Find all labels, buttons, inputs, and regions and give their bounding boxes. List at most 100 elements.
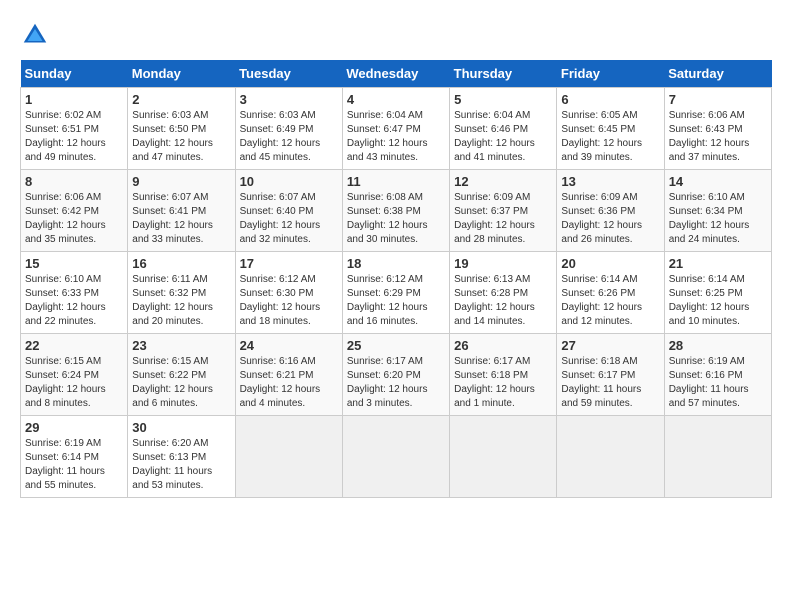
calendar-cell: 4 Sunrise: 6:04 AMSunset: 6:47 PMDayligh… <box>342 88 449 170</box>
calendar-cell: 13 Sunrise: 6:09 AMSunset: 6:36 PMDaylig… <box>557 170 664 252</box>
calendar-cell: 5 Sunrise: 6:04 AMSunset: 6:46 PMDayligh… <box>450 88 557 170</box>
day-number: 24 <box>240 338 338 353</box>
day-detail: Sunrise: 6:11 AMSunset: 6:32 PMDaylight:… <box>132 274 213 327</box>
day-number: 14 <box>669 174 767 189</box>
calendar-cell: 18 Sunrise: 6:12 AMSunset: 6:29 PMDaylig… <box>342 252 449 334</box>
day-number: 1 <box>25 92 123 107</box>
calendar-cell: 27 Sunrise: 6:18 AMSunset: 6:17 PMDaylig… <box>557 334 664 416</box>
header-day-tuesday: Tuesday <box>235 60 342 88</box>
day-detail: Sunrise: 6:03 AMSunset: 6:49 PMDaylight:… <box>240 110 321 163</box>
day-detail: Sunrise: 6:04 AMSunset: 6:46 PMDaylight:… <box>454 110 535 163</box>
calendar-cell: 11 Sunrise: 6:08 AMSunset: 6:38 PMDaylig… <box>342 170 449 252</box>
day-detail: Sunrise: 6:19 AMSunset: 6:14 PMDaylight:… <box>25 438 105 491</box>
day-number: 30 <box>132 420 230 435</box>
day-number: 9 <box>132 174 230 189</box>
day-detail: Sunrise: 6:19 AMSunset: 6:16 PMDaylight:… <box>669 356 749 409</box>
calendar-cell: 28 Sunrise: 6:19 AMSunset: 6:16 PMDaylig… <box>664 334 771 416</box>
day-number: 2 <box>132 92 230 107</box>
day-number: 4 <box>347 92 445 107</box>
header-day-thursday: Thursday <box>450 60 557 88</box>
header-day-sunday: Sunday <box>21 60 128 88</box>
header-day-friday: Friday <box>557 60 664 88</box>
day-detail: Sunrise: 6:09 AMSunset: 6:37 PMDaylight:… <box>454 192 535 245</box>
calendar-cell: 1 Sunrise: 6:02 AMSunset: 6:51 PMDayligh… <box>21 88 128 170</box>
day-detail: Sunrise: 6:06 AMSunset: 6:43 PMDaylight:… <box>669 110 750 163</box>
day-number: 25 <box>347 338 445 353</box>
calendar-week-3: 15 Sunrise: 6:10 AMSunset: 6:33 PMDaylig… <box>21 252 772 334</box>
calendar-cell: 26 Sunrise: 6:17 AMSunset: 6:18 PMDaylig… <box>450 334 557 416</box>
day-number: 12 <box>454 174 552 189</box>
calendar-cell: 14 Sunrise: 6:10 AMSunset: 6:34 PMDaylig… <box>664 170 771 252</box>
day-detail: Sunrise: 6:13 AMSunset: 6:28 PMDaylight:… <box>454 274 535 327</box>
day-number: 19 <box>454 256 552 271</box>
day-number: 27 <box>561 338 659 353</box>
calendar-cell: 3 Sunrise: 6:03 AMSunset: 6:49 PMDayligh… <box>235 88 342 170</box>
day-detail: Sunrise: 6:07 AMSunset: 6:40 PMDaylight:… <box>240 192 321 245</box>
day-detail: Sunrise: 6:14 AMSunset: 6:26 PMDaylight:… <box>561 274 642 327</box>
calendar-cell: 29 Sunrise: 6:19 AMSunset: 6:14 PMDaylig… <box>21 416 128 498</box>
day-detail: Sunrise: 6:04 AMSunset: 6:47 PMDaylight:… <box>347 110 428 163</box>
day-number: 21 <box>669 256 767 271</box>
calendar-cell <box>342 416 449 498</box>
header-day-wednesday: Wednesday <box>342 60 449 88</box>
calendar-cell: 25 Sunrise: 6:17 AMSunset: 6:20 PMDaylig… <box>342 334 449 416</box>
day-number: 22 <box>25 338 123 353</box>
day-number: 10 <box>240 174 338 189</box>
day-detail: Sunrise: 6:12 AMSunset: 6:29 PMDaylight:… <box>347 274 428 327</box>
day-detail: Sunrise: 6:05 AMSunset: 6:45 PMDaylight:… <box>561 110 642 163</box>
calendar-cell: 10 Sunrise: 6:07 AMSunset: 6:40 PMDaylig… <box>235 170 342 252</box>
calendar-cell: 30 Sunrise: 6:20 AMSunset: 6:13 PMDaylig… <box>128 416 235 498</box>
day-number: 15 <box>25 256 123 271</box>
day-detail: Sunrise: 6:08 AMSunset: 6:38 PMDaylight:… <box>347 192 428 245</box>
calendar-cell: 2 Sunrise: 6:03 AMSunset: 6:50 PMDayligh… <box>128 88 235 170</box>
day-number: 28 <box>669 338 767 353</box>
calendar-cell: 6 Sunrise: 6:05 AMSunset: 6:45 PMDayligh… <box>557 88 664 170</box>
day-number: 16 <box>132 256 230 271</box>
header-day-saturday: Saturday <box>664 60 771 88</box>
calendar-cell: 22 Sunrise: 6:15 AMSunset: 6:24 PMDaylig… <box>21 334 128 416</box>
calendar-cell: 20 Sunrise: 6:14 AMSunset: 6:26 PMDaylig… <box>557 252 664 334</box>
header-day-monday: Monday <box>128 60 235 88</box>
calendar-week-2: 8 Sunrise: 6:06 AMSunset: 6:42 PMDayligh… <box>21 170 772 252</box>
calendar-cell: 23 Sunrise: 6:15 AMSunset: 6:22 PMDaylig… <box>128 334 235 416</box>
day-detail: Sunrise: 6:07 AMSunset: 6:41 PMDaylight:… <box>132 192 213 245</box>
day-detail: Sunrise: 6:18 AMSunset: 6:17 PMDaylight:… <box>561 356 641 409</box>
day-detail: Sunrise: 6:10 AMSunset: 6:33 PMDaylight:… <box>25 274 106 327</box>
day-detail: Sunrise: 6:03 AMSunset: 6:50 PMDaylight:… <box>132 110 213 163</box>
day-number: 8 <box>25 174 123 189</box>
calendar-cell: 24 Sunrise: 6:16 AMSunset: 6:21 PMDaylig… <box>235 334 342 416</box>
calendar-cell: 9 Sunrise: 6:07 AMSunset: 6:41 PMDayligh… <box>128 170 235 252</box>
day-detail: Sunrise: 6:17 AMSunset: 6:18 PMDaylight:… <box>454 356 535 409</box>
day-detail: Sunrise: 6:15 AMSunset: 6:22 PMDaylight:… <box>132 356 213 409</box>
day-number: 18 <box>347 256 445 271</box>
day-number: 23 <box>132 338 230 353</box>
calendar-cell <box>557 416 664 498</box>
day-detail: Sunrise: 6:12 AMSunset: 6:30 PMDaylight:… <box>240 274 321 327</box>
day-number: 13 <box>561 174 659 189</box>
day-number: 29 <box>25 420 123 435</box>
day-number: 26 <box>454 338 552 353</box>
calendar-cell: 15 Sunrise: 6:10 AMSunset: 6:33 PMDaylig… <box>21 252 128 334</box>
day-detail: Sunrise: 6:02 AMSunset: 6:51 PMDaylight:… <box>25 110 106 163</box>
day-detail: Sunrise: 6:15 AMSunset: 6:24 PMDaylight:… <box>25 356 106 409</box>
calendar-week-4: 22 Sunrise: 6:15 AMSunset: 6:24 PMDaylig… <box>21 334 772 416</box>
calendar-cell: 7 Sunrise: 6:06 AMSunset: 6:43 PMDayligh… <box>664 88 771 170</box>
calendar-cell: 21 Sunrise: 6:14 AMSunset: 6:25 PMDaylig… <box>664 252 771 334</box>
logo-icon <box>20 20 50 50</box>
logo <box>20 20 54 50</box>
day-number: 7 <box>669 92 767 107</box>
day-number: 5 <box>454 92 552 107</box>
calendar-cell: 19 Sunrise: 6:13 AMSunset: 6:28 PMDaylig… <box>450 252 557 334</box>
day-detail: Sunrise: 6:14 AMSunset: 6:25 PMDaylight:… <box>669 274 750 327</box>
day-detail: Sunrise: 6:10 AMSunset: 6:34 PMDaylight:… <box>669 192 750 245</box>
day-detail: Sunrise: 6:09 AMSunset: 6:36 PMDaylight:… <box>561 192 642 245</box>
calendar-cell: 16 Sunrise: 6:11 AMSunset: 6:32 PMDaylig… <box>128 252 235 334</box>
calendar-week-5: 29 Sunrise: 6:19 AMSunset: 6:14 PMDaylig… <box>21 416 772 498</box>
day-number: 20 <box>561 256 659 271</box>
calendar-cell <box>235 416 342 498</box>
day-number: 6 <box>561 92 659 107</box>
calendar-header: SundayMondayTuesdayWednesdayThursdayFrid… <box>21 60 772 88</box>
calendar-week-1: 1 Sunrise: 6:02 AMSunset: 6:51 PMDayligh… <box>21 88 772 170</box>
calendar-cell <box>450 416 557 498</box>
day-number: 3 <box>240 92 338 107</box>
